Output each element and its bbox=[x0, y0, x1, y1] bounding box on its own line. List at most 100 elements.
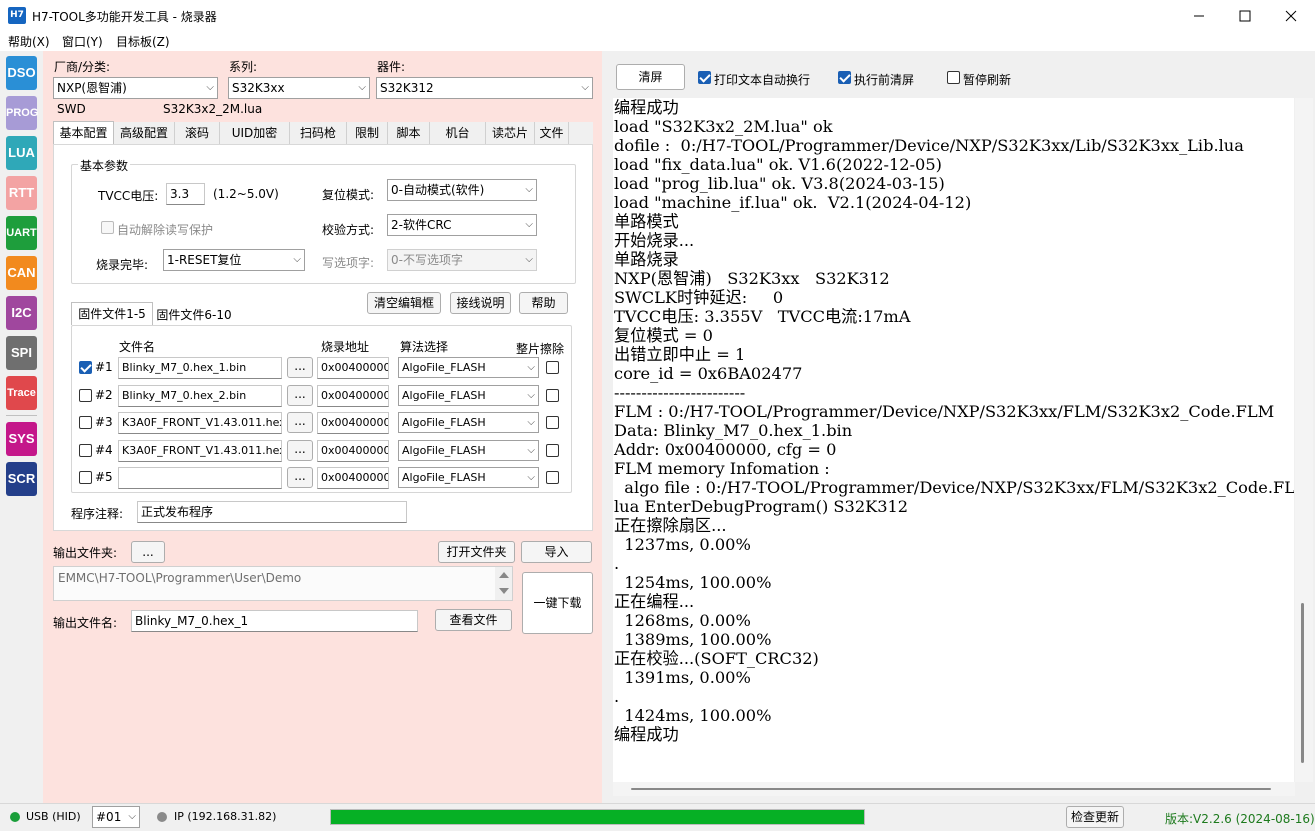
verify-label: 校验方式: bbox=[322, 223, 375, 237]
file-name-input[interactable] bbox=[118, 467, 282, 489]
wiring-help-button[interactable]: 接线说明 bbox=[450, 292, 511, 314]
file-browse-button[interactable]: ... bbox=[287, 467, 313, 488]
file-name-input[interactable]: Blinky_M7_0.hex_2.bin bbox=[118, 385, 282, 407]
tool-trace-button[interactable]: Trace bbox=[6, 376, 37, 410]
tool-dso-button[interactable]: DSO bbox=[6, 56, 37, 90]
after-select[interactable]: 1-RESET复位 ⌵ bbox=[163, 249, 305, 271]
tool-spi-button[interactable]: SPI bbox=[6, 336, 37, 370]
file-name-input[interactable]: Blinky_M7_0.hex_1.bin bbox=[118, 357, 282, 379]
file-name-input[interactable]: K3A0F_FRONT_V1.43.011.hex_4 bbox=[118, 440, 282, 462]
console-hscrollbar[interactable] bbox=[613, 782, 1295, 796]
console-vscrollbar[interactable] bbox=[1295, 98, 1313, 782]
tab-limit[interactable]: 限制 bbox=[347, 122, 388, 144]
file-algo-select[interactable]: AlgoFile_FLASH ⌵ bbox=[398, 440, 539, 461]
pause-refresh-checkbox[interactable] bbox=[947, 71, 960, 84]
file-algo-select[interactable]: AlgoFile_FLASH ⌵ bbox=[398, 385, 539, 406]
tool-uart-button[interactable]: UART bbox=[6, 216, 37, 250]
file-address-input[interactable]: 0x00400000 bbox=[317, 357, 389, 379]
help-button[interactable]: 帮助 bbox=[519, 292, 568, 314]
file-enable-checkbox[interactable] bbox=[79, 416, 92, 429]
tool-rtt-button[interactable]: RTT bbox=[6, 176, 37, 210]
tool-sidebar: DSO PROG LUA RTT UART CAN I2C SPI Trace SYS SCR bbox=[0, 51, 43, 803]
file-address-input[interactable]: 0x00400000 bbox=[317, 412, 389, 434]
tab-script[interactable]: 脚本 bbox=[388, 122, 430, 144]
file-enable-checkbox[interactable] bbox=[79, 389, 92, 402]
view-file-button[interactable]: 查看文件 bbox=[435, 609, 512, 631]
menu-target[interactable]: 目标板(Z) bbox=[116, 33, 170, 50]
clear-screen-button[interactable]: 清屏 bbox=[616, 64, 685, 90]
reset-select[interactable]: 0-自动模式(软件) ⌵ bbox=[387, 179, 537, 201]
file-enable-checkbox[interactable] bbox=[79, 361, 92, 374]
tool-can-button[interactable]: CAN bbox=[6, 256, 37, 290]
open-folder-button[interactable]: 打开文件夹 bbox=[438, 541, 515, 563]
part-select[interactable]: S32K312 ⌵ bbox=[376, 77, 593, 99]
reset-label: 复位模式: bbox=[322, 188, 375, 202]
file-full-erase-checkbox[interactable] bbox=[546, 471, 559, 484]
tool-prog-button[interactable]: PROG bbox=[6, 96, 38, 130]
file-address-input[interactable]: 0x00400000 bbox=[317, 467, 389, 489]
output-folder-browse-button[interactable]: ... bbox=[131, 541, 165, 563]
file-browse-button[interactable]: ... bbox=[287, 385, 313, 406]
file-address-input[interactable]: 0x00400000 bbox=[317, 385, 389, 407]
clear-before-run-checkbox[interactable] bbox=[838, 71, 851, 84]
check-update-button[interactable]: 检查更新 bbox=[1066, 806, 1124, 828]
usb-status-icon bbox=[10, 812, 20, 822]
file-browse-button[interactable]: ... bbox=[287, 440, 313, 461]
vendor-select[interactable]: NXP(恩智浦) ⌵ bbox=[53, 77, 218, 99]
tab-basic[interactable]: 基本配置 bbox=[53, 121, 114, 144]
minimize-button[interactable] bbox=[1176, 0, 1222, 31]
file-browse-button[interactable]: ... bbox=[287, 412, 313, 433]
menu-window[interactable]: 窗口(Y) bbox=[62, 33, 103, 50]
tab-read-chip[interactable]: 读芯片 bbox=[486, 122, 535, 144]
file-browse-button[interactable]: ... bbox=[287, 357, 313, 378]
console-output[interactable]: 编程成功 load "S32K3x2_2M.lua" ok dofile : 0… bbox=[613, 98, 1294, 782]
file-address-input[interactable]: 0x00400000 bbox=[317, 440, 389, 462]
tool-scr-button[interactable]: SCR bbox=[6, 462, 37, 496]
tool-i2c-button[interactable]: I2C bbox=[6, 296, 37, 330]
close-button[interactable] bbox=[1268, 0, 1314, 31]
tab-advanced[interactable]: 高级配置 bbox=[114, 122, 175, 144]
port-select[interactable]: #01 ⌵ bbox=[92, 806, 140, 828]
note-input[interactable]: 正式发布程序 bbox=[137, 501, 407, 523]
scrollbar[interactable] bbox=[495, 567, 512, 600]
tab-file[interactable]: 文件 bbox=[535, 122, 569, 144]
file-index: #1 bbox=[95, 360, 113, 374]
tab-scanner[interactable]: 扫码枪 bbox=[290, 122, 347, 144]
maximize-button[interactable] bbox=[1222, 0, 1268, 31]
tool-sys-button[interactable]: SYS bbox=[6, 422, 37, 456]
verify-select[interactable]: 2-软件CRC ⌵ bbox=[387, 214, 537, 236]
config-tabs: 基本配置 高级配置 滚码 UID加密 扫码枪 限制 脚本 机台 读芯片 文件 bbox=[53, 121, 593, 144]
auto-wrap-checkbox[interactable] bbox=[698, 71, 711, 84]
tab-machine[interactable]: 机台 bbox=[430, 122, 486, 144]
file-full-erase-checkbox[interactable] bbox=[546, 389, 559, 402]
file-full-erase-checkbox[interactable] bbox=[546, 444, 559, 457]
file-full-erase-checkbox[interactable] bbox=[546, 361, 559, 374]
clear-edit-button[interactable]: 清空编辑框 bbox=[367, 292, 441, 314]
tab-files-1-5[interactable]: 固件文件1-5 bbox=[71, 302, 153, 325]
file-enable-checkbox[interactable] bbox=[79, 444, 92, 457]
file-algo-select[interactable]: AlgoFile_FLASH ⌵ bbox=[398, 467, 539, 488]
file-algo-select[interactable]: AlgoFile_FLASH ⌵ bbox=[398, 357, 539, 378]
tvcc-input[interactable]: 3.3 bbox=[166, 183, 205, 205]
file-algo-select[interactable]: AlgoFile_FLASH ⌵ bbox=[398, 412, 539, 433]
scroll-thumb[interactable] bbox=[1301, 603, 1304, 763]
option-select[interactable]: 0-不写选项字 ⌵ bbox=[387, 249, 537, 271]
tool-lua-button[interactable]: LUA bbox=[6, 136, 37, 170]
file-enable-checkbox[interactable] bbox=[79, 471, 92, 484]
chevron-down-icon: ⌵ bbox=[293, 254, 301, 265]
ip-status-text: IP (192.168.31.82) bbox=[174, 810, 277, 823]
tab-rolling-code[interactable]: 滚码 bbox=[175, 122, 220, 144]
tab-uid-encrypt[interactable]: UID加密 bbox=[220, 122, 290, 144]
auto-unlock-checkbox[interactable] bbox=[101, 221, 114, 234]
import-button[interactable]: 导入 bbox=[521, 541, 592, 563]
file-full-erase-checkbox[interactable] bbox=[546, 416, 559, 429]
series-select[interactable]: S32K3xx ⌵ bbox=[228, 77, 370, 99]
output-filename-input[interactable]: Blinky_M7_0.hex_1 bbox=[131, 610, 418, 632]
vendor-label: 厂商/分类: bbox=[54, 60, 111, 74]
file-name-input[interactable]: K3A0F_FRONT_V1.43.011.hex_3 bbox=[118, 412, 282, 434]
one-click-download-button[interactable]: 一键下载 bbox=[522, 572, 593, 634]
output-path-box[interactable]: EMMC\H7-TOOL\Programmer\User\Demo bbox=[53, 566, 513, 601]
menu-help[interactable]: 帮助(X) bbox=[8, 33, 50, 50]
tab-files-6-10[interactable]: 固件文件6-10 bbox=[153, 304, 235, 326]
hscroll-thumb[interactable] bbox=[631, 788, 1271, 790]
